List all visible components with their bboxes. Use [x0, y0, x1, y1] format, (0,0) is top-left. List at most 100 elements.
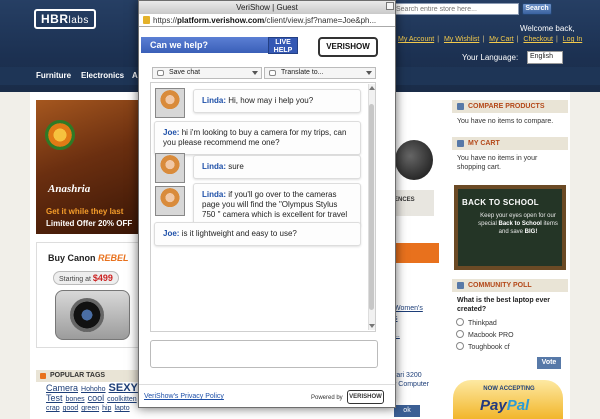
my-cart-body: You have no items in your shopping cart.	[452, 151, 568, 175]
tag-link[interactable]: good	[63, 405, 79, 412]
paypal-logo-pal: Pal	[506, 397, 530, 414]
product-button[interactable]: ok	[394, 405, 420, 417]
product-link[interactable]: Women's	[394, 305, 423, 312]
orange-promo	[394, 243, 439, 263]
url-host: platform.verishow.com	[177, 16, 265, 25]
tag-link[interactable]: green	[81, 405, 99, 412]
scroll-down-icon[interactable]	[369, 324, 375, 328]
save-chat-label: Save chat	[169, 69, 201, 76]
message-sender: Linda:	[202, 162, 226, 171]
tag-link[interactable]: coolkitten	[107, 396, 137, 403]
livehelp-line1: LIVE	[275, 39, 291, 46]
agent-avatar	[155, 153, 185, 183]
canon-title-prefix: Buy Canon	[48, 253, 96, 263]
scrollbar-thumb[interactable]	[369, 104, 374, 310]
chevron-down-icon	[252, 71, 258, 75]
tag-link[interactable]: Test	[46, 393, 63, 403]
product-link[interactable]: rari 3200	[394, 372, 422, 379]
promo-offer: Limited Offer 20% OFF	[46, 219, 133, 228]
back-to-school-text: Keep your eyes open for our special Back…	[474, 212, 562, 236]
nav-electronics[interactable]: Electronics	[81, 71, 124, 80]
link-separator: |	[516, 36, 519, 43]
popular-tags-heading: POPULAR TAGS	[36, 370, 140, 382]
lock-icon	[143, 16, 150, 24]
tag-link[interactable]: lapto	[114, 405, 129, 412]
promo-tagline: Get it while they last	[46, 207, 124, 216]
url-path: /client/view.jsf?name=Joe&ph...	[264, 16, 377, 25]
bts-big: BIG!	[524, 229, 538, 235]
message-text: sure	[228, 162, 244, 171]
my-cart-link[interactable]: My Cart	[489, 36, 514, 43]
vote-button[interactable]: Vote	[537, 357, 561, 369]
poll-option-macbook[interactable]: Macbook PRO	[456, 330, 514, 339]
save-chat-button[interactable]: Save chat	[152, 67, 262, 79]
popup-title-bar[interactable]: VeriShow | Guest	[139, 1, 395, 14]
link-separator: |	[556, 36, 558, 43]
my-wishlist-link[interactable]: My Wishlist	[444, 36, 479, 43]
account-links: My Account | My Wishlist | My Cart | Checko…	[398, 36, 582, 43]
compare-products-body: You have no items to compare.	[452, 114, 568, 129]
checkout-link[interactable]: Checkout	[523, 36, 553, 43]
scroll-up-icon[interactable]	[369, 86, 375, 90]
product-strip	[394, 190, 434, 216]
nav-furniture[interactable]: Furniture	[36, 71, 71, 80]
tag-link[interactable]: crap	[46, 405, 60, 412]
canon-title-brand: REBEL	[98, 253, 129, 263]
popup-url-bar[interactable]: https://platform.verishow.com/client/vie…	[139, 14, 395, 27]
message-text: is it lightweight and easy to use?	[181, 229, 297, 238]
product-link[interactable]: r Computer	[394, 381, 429, 388]
language-label: Your Language:	[462, 53, 519, 62]
store-search-button[interactable]: Search	[522, 3, 552, 15]
translate-icon	[269, 70, 276, 76]
poll-option-toughbook[interactable]: Toughbook cf	[456, 342, 510, 351]
price-label: Starting at	[59, 276, 91, 283]
tag-link[interactable]: SEXY	[109, 382, 138, 394]
translate-dropdown[interactable]: Translate to...	[264, 67, 376, 79]
my-account-link[interactable]: My Account	[398, 36, 434, 43]
tag-cloud: CameraHohohoSEXYTe Testbonescoolcoolkitt…	[46, 382, 148, 413]
privacy-policy-link[interactable]: VeriShow's Privacy Policy	[144, 393, 224, 400]
save-icon	[157, 70, 164, 76]
my-cart-heading: MY CART	[452, 137, 568, 150]
link-separator: |	[437, 36, 440, 43]
message-text: Hi, how may i help you?	[228, 96, 314, 105]
store-search-input[interactable]	[392, 3, 519, 15]
message-text: hi i'm looking to buy a camera for my tr…	[163, 128, 347, 147]
nav-more[interactable]: A	[132, 71, 138, 80]
paypal-logo-pay: Pay	[480, 397, 507, 414]
back-to-school-title: BACK TO SCHOOL	[462, 198, 539, 207]
verishow-logo: VERISHOW	[318, 37, 378, 57]
poll-question: What is the best laptop ever created?	[457, 297, 550, 313]
log-in-link[interactable]: Log In	[563, 36, 582, 43]
bts-bold: Back to School	[498, 221, 542, 227]
chat-message: Joe: is it lightweight and easy to use?	[154, 222, 361, 246]
tag-link[interactable]: bones	[66, 396, 85, 403]
url-prefix: https://	[153, 16, 178, 25]
product-strip-text: ENCES	[394, 197, 415, 203]
message-sender: Linda:	[202, 190, 226, 199]
canon-price-badge: Starting at $499	[53, 271, 119, 285]
camera-lens	[70, 298, 104, 332]
compare-products-heading: COMPARE PRODUCTS	[452, 100, 568, 113]
price-value: $499	[92, 273, 113, 283]
language-select[interactable]: English	[527, 51, 563, 64]
promo-name: Anashria	[48, 183, 91, 195]
link-separator: |	[482, 36, 485, 43]
message-sender: Linda:	[202, 96, 226, 105]
store-logo[interactable]: HBRlabs	[34, 9, 96, 29]
verishow-footer-logo[interactable]: VERISHOW	[347, 390, 384, 404]
canon-ad-title: Buy Canon REBEL	[48, 253, 129, 263]
chat-message-input[interactable]	[150, 340, 378, 368]
tag-link[interactable]: Hohoho	[81, 386, 106, 393]
community-poll-heading: COMMUNITY POLL	[452, 279, 568, 292]
tag-link[interactable]: cool	[88, 393, 105, 403]
tag-link[interactable]: Camera	[46, 383, 78, 393]
poll-option-thinkpad[interactable]: Thinkpad	[456, 318, 497, 327]
resize-icon[interactable]	[386, 2, 394, 10]
tag-link[interactable]: hip	[102, 405, 111, 412]
paypal-now-accepting: NOW ACCEPTING	[483, 386, 535, 392]
welcome-text: Welcome back,	[520, 24, 575, 33]
product-image	[395, 140, 433, 180]
translate-label: Translate to...	[281, 69, 324, 76]
chat-message: Joe: hi i'm looking to buy a camera for …	[154, 121, 361, 155]
